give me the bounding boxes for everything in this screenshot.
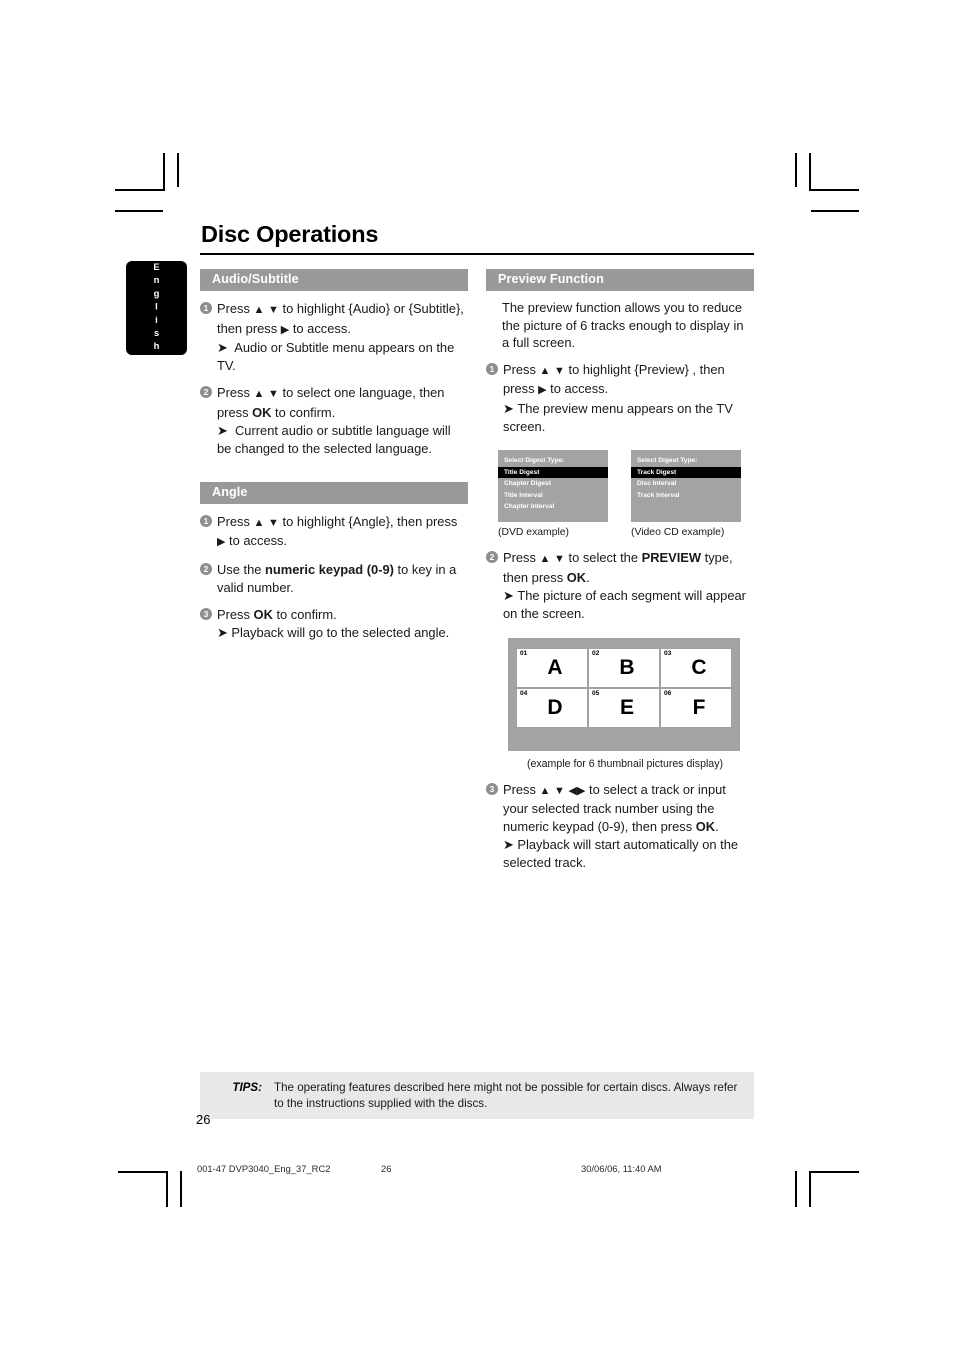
crop-mark-bottom-left bbox=[118, 1171, 168, 1173]
step-item: 2 Press ▲ ▼ to select the PREVIEW type, … bbox=[486, 549, 754, 623]
step-number-badge: 1 bbox=[200, 302, 212, 314]
crop-mark-top-right bbox=[809, 153, 811, 191]
right-column: Preview Function The preview function al… bbox=[486, 269, 754, 872]
thumbnail-letter: F bbox=[692, 695, 706, 719]
digest-menu-item[interactable]: Chapter Digest bbox=[498, 478, 608, 490]
step-item: 3 Press ▲ ▼ ◀▶ to select a track or inpu… bbox=[486, 781, 754, 873]
step-text: Press ▲ ▼ to select one language, then p… bbox=[217, 385, 451, 456]
step-number-badge: 3 bbox=[200, 607, 212, 620]
thumbnail-index: 01 bbox=[520, 649, 528, 657]
thumbnail-letter: D bbox=[547, 695, 563, 719]
digest-menu-screens: Select Digest Type: Title Digest Chapter… bbox=[498, 449, 754, 522]
step-item: 1 Press ▲ ▼ to highlight {Audio} or {Sub… bbox=[200, 300, 468, 375]
thumbnail-grid: 01 A 02 B 03 C 04 D 05 E 06 F bbox=[508, 637, 740, 751]
thumbnail-cell[interactable]: 03 C bbox=[661, 648, 731, 687]
crop-mark-top-left bbox=[163, 153, 165, 191]
step-text: Use the numeric keypad (0-9) to key in a… bbox=[217, 561, 457, 595]
thumbnail-cell[interactable]: 05 E bbox=[589, 688, 659, 727]
step-text: Press ▲ ▼ to select the PREVIEW type, th… bbox=[503, 549, 746, 621]
thumbnail-letter: E bbox=[619, 695, 634, 719]
thumbnail-cell[interactable]: 01 A bbox=[517, 648, 587, 687]
digest-menu-item[interactable]: Track Interval bbox=[631, 490, 741, 502]
thumbnail-row: 04 D 05 E 06 F bbox=[517, 688, 731, 727]
digest-menu-dvd: Select Digest Type: Title Digest Chapter… bbox=[498, 449, 608, 522]
thumbnail-cell[interactable]: 02 B bbox=[589, 648, 659, 687]
crop-mark-bottom-right bbox=[809, 1171, 859, 1173]
thumbnail-index: 05 bbox=[592, 689, 600, 697]
digest-menu-title: Select Digest Type: bbox=[504, 456, 565, 464]
language-tab-label: English bbox=[151, 261, 162, 355]
crop-mark-top-right bbox=[795, 153, 797, 187]
language-tab: English bbox=[126, 261, 187, 355]
step-item: 1 Press ▲ ▼ to highlight {Preview} , the… bbox=[486, 361, 754, 436]
print-footer-page: 26 bbox=[381, 1163, 392, 1174]
step-number-badge: 1 bbox=[486, 362, 498, 375]
step-text: Press OK to confirm. ➤ Playback will go t… bbox=[217, 606, 450, 640]
crop-mark-top-left bbox=[115, 189, 165, 191]
thumbnail-cell[interactable]: 04 D bbox=[517, 688, 587, 727]
digest-caption-dvd: (DVD example) bbox=[498, 526, 570, 538]
crop-mark-bottom-right bbox=[809, 1171, 811, 1207]
step-item: 2 Press ▲ ▼ to select one language, then… bbox=[200, 384, 468, 458]
crop-mark-top-left bbox=[177, 153, 179, 187]
crop-mark-top-right bbox=[809, 189, 859, 191]
print-footer-filename: 001-47 DVP3040_Eng_37_RC2 bbox=[197, 1163, 331, 1174]
section-header-angle: Angle bbox=[200, 481, 468, 504]
left-column: Audio/Subtitle 1 Press ▲ ▼ to highlight … bbox=[200, 269, 468, 642]
step-text: Press ▲ ▼ to highlight {Angle}, then pre… bbox=[217, 513, 458, 549]
step-item: 1 Press ▲ ▼ to highlight {Angle}, then p… bbox=[200, 513, 468, 552]
step-item: 3 Press OK to confirm. ➤ Playback will go… bbox=[200, 606, 468, 642]
step-number-badge: 3 bbox=[486, 782, 498, 795]
step-text: Press ▲ ▼ ◀▶ to select a track or input … bbox=[503, 781, 739, 871]
tips-label: TIPS: bbox=[232, 1081, 262, 1094]
thumbnail-index: 06 bbox=[664, 689, 672, 697]
section-header-preview-function: Preview Function bbox=[486, 269, 754, 291]
digest-menu-item[interactable] bbox=[631, 501, 741, 513]
step-number-badge: 2 bbox=[200, 562, 212, 575]
digest-captions: (DVD example) (Video CD example) bbox=[498, 527, 754, 538]
step-number-badge: 2 bbox=[200, 386, 212, 399]
digest-menu-item[interactable]: Disc Interval bbox=[631, 478, 741, 490]
step-text: Press ▲ ▼ to highlight {Preview} , then … bbox=[503, 361, 733, 434]
thumbnail-index: 02 bbox=[592, 649, 600, 657]
thumbnail-letter: A bbox=[547, 655, 563, 679]
print-footer-date: 30/06/06, 11:40 AM bbox=[581, 1163, 662, 1174]
crop-mark-top-left bbox=[115, 210, 163, 212]
step-item: 2 Use the numeric keypad (0-9) to key in… bbox=[200, 561, 468, 597]
thumbnail-letter: C bbox=[691, 655, 707, 679]
step-number-badge: 1 bbox=[200, 514, 212, 527]
digest-menu-item[interactable]: Chapter Interval bbox=[498, 501, 608, 513]
digest-menu-item[interactable]: Title Interval bbox=[498, 490, 608, 502]
digest-menu-item-selected[interactable]: Track Digest bbox=[631, 466, 741, 479]
thumbnail-cell[interactable]: 06 F bbox=[661, 688, 731, 727]
page-number: 26 bbox=[196, 1112, 211, 1127]
crop-mark-bottom-left bbox=[180, 1171, 182, 1207]
digest-menu-title: Select Digest Type: bbox=[637, 456, 698, 464]
thumbnail-letter: B bbox=[619, 655, 635, 679]
tips-text: The operating features described here mi… bbox=[274, 1081, 738, 1110]
thumbnail-grid-caption: (example for 6 thumbnail pictures displa… bbox=[526, 757, 724, 770]
digest-caption-vcd: (Video CD example) bbox=[631, 526, 725, 538]
crop-mark-bottom-left bbox=[166, 1171, 168, 1207]
section-header-audio-subtitle: Audio/Subtitle bbox=[200, 269, 468, 291]
step-number-badge: 2 bbox=[486, 550, 498, 563]
digest-menu-item-selected[interactable]: Title Digest bbox=[498, 466, 608, 479]
digest-menu-vcd: Select Digest Type: Track Digest Disc In… bbox=[631, 449, 741, 522]
tips-box: TIPS: The operating features described h… bbox=[200, 1072, 754, 1119]
preview-intro-text: The preview function allows you to reduc… bbox=[502, 300, 744, 351]
title-divider bbox=[200, 253, 754, 255]
crop-mark-bottom-right bbox=[795, 1171, 797, 1207]
thumbnail-index: 03 bbox=[664, 649, 672, 657]
step-text: Press ▲ ▼ to highlight {Audio} or {Subti… bbox=[217, 301, 464, 374]
thumbnail-index: 04 bbox=[520, 689, 528, 697]
thumbnail-row: 01 A 02 B 03 C bbox=[517, 648, 731, 687]
crop-mark-top-right bbox=[811, 210, 859, 212]
page-title: Disc Operations bbox=[201, 221, 379, 247]
